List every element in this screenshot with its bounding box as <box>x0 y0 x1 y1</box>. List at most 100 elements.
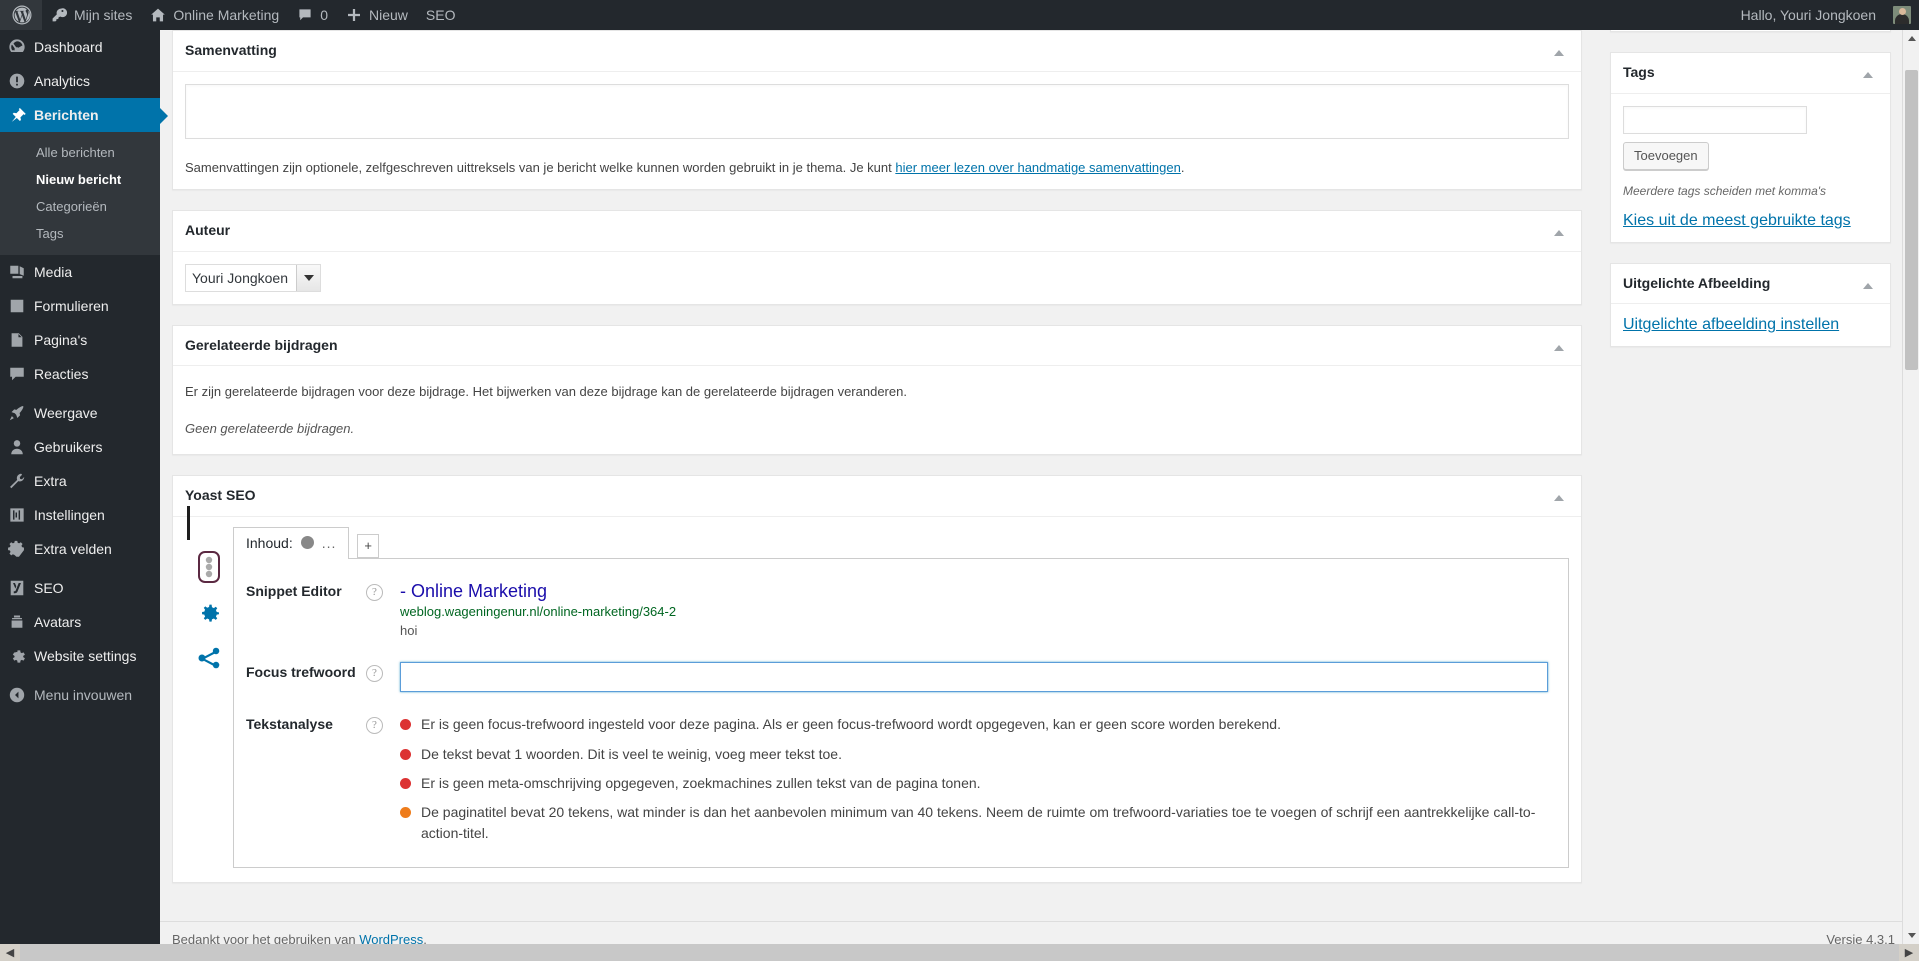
side-column: + Nieuwe categorie toevoegen Tags Toevoe… <box>1610 30 1891 367</box>
sidebar-item-tags[interactable]: Tags <box>0 220 160 247</box>
forms-icon <box>0 297 34 315</box>
focus-keyword-label: Focus trefwoord <box>246 664 356 681</box>
sidebar-item-label: Formulieren <box>34 298 109 314</box>
sidebar-item-berichten[interactable]: Berichten <box>0 98 168 132</box>
related-posts-empty: Geen gerelateerde bijdragen. <box>185 421 355 437</box>
snippet-preview-title[interactable]: - Online Marketing <box>400 581 1548 603</box>
adminbar-right: Hallo, Youri Jongkoen <box>1732 0 1919 30</box>
analysis-item-text: Er is geen meta-omschrijving opgegeven, … <box>421 774 981 791</box>
sidebar-item-analytics[interactable]: Analytics <box>0 64 160 98</box>
wordpress-logo-icon[interactable] <box>0 0 42 30</box>
adminbar-comments[interactable]: 0 <box>288 0 337 30</box>
vertical-scroll-thumb[interactable] <box>1905 70 1918 370</box>
featured-image-panel-title: Uitgelichte Afbeelding <box>1611 264 1890 305</box>
home-icon <box>150 7 166 23</box>
scroll-down-arrow[interactable] <box>1903 927 1919 944</box>
sidebar-item-gebruikers[interactable]: Gebruikers <box>0 430 160 464</box>
tag-input[interactable] <box>1623 105 1807 134</box>
help-icon[interactable]: ? <box>366 583 383 601</box>
yoast-tab-label: Inhoud: <box>246 534 293 551</box>
related-posts-description: Er zijn gerelateerde bijdragen voor deze… <box>185 384 907 400</box>
tags-panel-title: Tags <box>1611 53 1890 94</box>
sidebar-item-label: Website settings <box>34 648 137 664</box>
tags-hint: Meerdere tags scheiden met komma's <box>1623 183 1827 198</box>
wordpress-logo-icon <box>12 5 32 25</box>
adminbar-new-content-label: Nieuw <box>368 7 408 23</box>
content-score-icon[interactable] <box>198 550 220 583</box>
yoast-tab-content[interactable]: Inhoud: ... <box>233 526 350 559</box>
sidebar-item-categorieen[interactable]: Categorieën <box>0 193 160 220</box>
collapse-icon <box>0 686 34 704</box>
sidebar-item-extra[interactable]: Extra <box>0 464 160 498</box>
excerpt-help-link[interactable]: hier meer lezen over handmatige samenvat… <box>895 160 1180 175</box>
text-analysis-row: Tekstanalyse ? Er is geen focus-trefwoor… <box>246 714 1548 842</box>
analysis-item-text: De paginatitel bevat 20 tekens, wat mind… <box>421 804 1536 841</box>
set-featured-image-link[interactable]: Uitgelichte afbeelding instellen <box>1623 316 1839 333</box>
vertical-scrollbar[interactable] <box>1902 30 1919 944</box>
gear-icon[interactable] <box>196 601 222 627</box>
content-area: Samenvatting Samenvattingen zijn optione… <box>160 30 1919 961</box>
excerpt-help-after: . <box>1180 159 1185 175</box>
sidebar-item-avatars[interactable]: Avatars <box>0 605 160 639</box>
analysis-item-text: Er is geen focus-trefwoord ingesteld voo… <box>421 716 1281 733</box>
snippet-editor-help: ? <box>366 581 400 601</box>
excerpt-panel: Samenvatting Samenvattingen zijn optione… <box>172 30 1582 191</box>
text-analysis-item: Er is geen meta-omschrijving opgegeven, … <box>400 773 1548 793</box>
featured-image-panel: Uitgelichte Afbeelding Uitgelichte afbee… <box>1610 262 1891 348</box>
related-posts-panel: Gerelateerde bijdragen Er zijn gerelatee… <box>172 324 1582 456</box>
yoast-add-tab-button[interactable]: + <box>357 533 379 558</box>
snippet-preview-description[interactable]: hoi <box>400 622 1548 640</box>
sidebar-item-label: Extra velden <box>34 541 112 557</box>
sidebar-submenu-berichten: Alle berichten Nieuw bericht Categorieën… <box>0 132 160 255</box>
sidebar-item-website-settings[interactable]: Website settings <box>0 639 160 673</box>
scroll-left-arrow[interactable]: ◀ <box>0 944 20 961</box>
sidebar-item-paginas[interactable]: Pagina's <box>0 323 160 357</box>
yoast-tab-ellipsis: ... <box>321 534 337 551</box>
adminbar-my-sites[interactable]: Mijn sites <box>42 0 141 30</box>
excerpt-help-before: Samenvattingen zijn optionele, zelfgesch… <box>185 159 896 175</box>
adminbar-new-content[interactable]: Nieuw <box>337 0 417 30</box>
snippet-preview[interactable]: - Online Marketing weblog.wageningenur.n… <box>400 581 1548 641</box>
sidebar-item-formulieren[interactable]: Formulieren <box>0 289 160 323</box>
sidebar-item-weergave[interactable]: Weergave <box>0 396 160 430</box>
help-icon[interactable]: ? <box>366 717 383 735</box>
sidebar-item-label: Extra <box>34 473 67 489</box>
sidebar-item-dashboard[interactable]: Dashboard <box>0 30 160 64</box>
snippet-preview-url[interactable]: weblog.wageningenur.nl/online-marketing/… <box>400 604 1548 621</box>
sidebar-item-label: Instellingen <box>34 507 105 523</box>
help-icon[interactable]: ? <box>366 665 383 683</box>
excerpt-help-text: Samenvattingen zijn optionele, zelfgesch… <box>185 158 1569 178</box>
text-analysis-item: De tekst bevat 1 woorden. Dit is veel te… <box>400 744 1548 764</box>
adminbar-seo[interactable]: SEO <box>417 0 465 30</box>
sidebar-item-instellingen[interactable]: Instellingen <box>0 498 160 532</box>
key-icon <box>51 7 67 23</box>
popular-tags-link[interactable]: Kies uit de meest gebruikte tags <box>1623 212 1851 229</box>
adminbar-my-account[interactable]: Hallo, Youri Jongkoen <box>1732 0 1885 30</box>
scroll-up-arrow[interactable] <box>1903 30 1919 47</box>
adminbar-site-name[interactable]: Online Marketing <box>141 0 288 30</box>
admin-bar: Mijn sites Online Marketing 0 Nieuw SEO … <box>0 0 1919 30</box>
sidebar-item-reacties[interactable]: Reacties <box>0 357 160 391</box>
sidebar-item-alle-berichten[interactable]: Alle berichten <box>0 139 160 166</box>
sidebar-collapse-menu[interactable]: Menu invouwen <box>0 678 160 712</box>
main-column: Samenvatting Samenvattingen zijn optione… <box>172 30 1582 903</box>
settings-icon <box>0 506 34 524</box>
author-select[interactable]: Youri Jongkoen <box>185 263 321 292</box>
add-tag-button[interactable]: Toevoegen <box>1623 141 1709 170</box>
excerpt-textarea[interactable] <box>185 83 1569 139</box>
scroll-right-arrow[interactable]: ▶ <box>1899 944 1919 961</box>
sidebar-item-seo[interactable]: SEO <box>0 571 160 605</box>
sidebar-item-media[interactable]: Media <box>0 255 160 289</box>
text-analysis-list: Er is geen focus-trefwoord ingesteld voo… <box>400 714 1548 842</box>
sidebar-item-label: Pagina's <box>34 332 88 348</box>
text-analysis-help: ? <box>366 714 400 735</box>
horizontal-scroll-thumb[interactable] <box>20 944 1899 961</box>
focus-keyword-input[interactable] <box>400 662 1548 693</box>
horizontal-scrollbar[interactable]: ◀ ▶ <box>0 944 1919 961</box>
yoast-seo-panel: Yoast SEO Inhoud: ... + Snippet Editor ?… <box>172 475 1582 883</box>
sidebar-item-extra-velden[interactable]: Extra velden <box>0 532 160 566</box>
sidebar-item-nieuw-bericht[interactable]: Nieuw bericht <box>0 166 160 193</box>
yoast-active-indicator <box>187 506 190 541</box>
share-icon[interactable] <box>196 645 222 671</box>
yoast-icon <box>0 579 34 597</box>
